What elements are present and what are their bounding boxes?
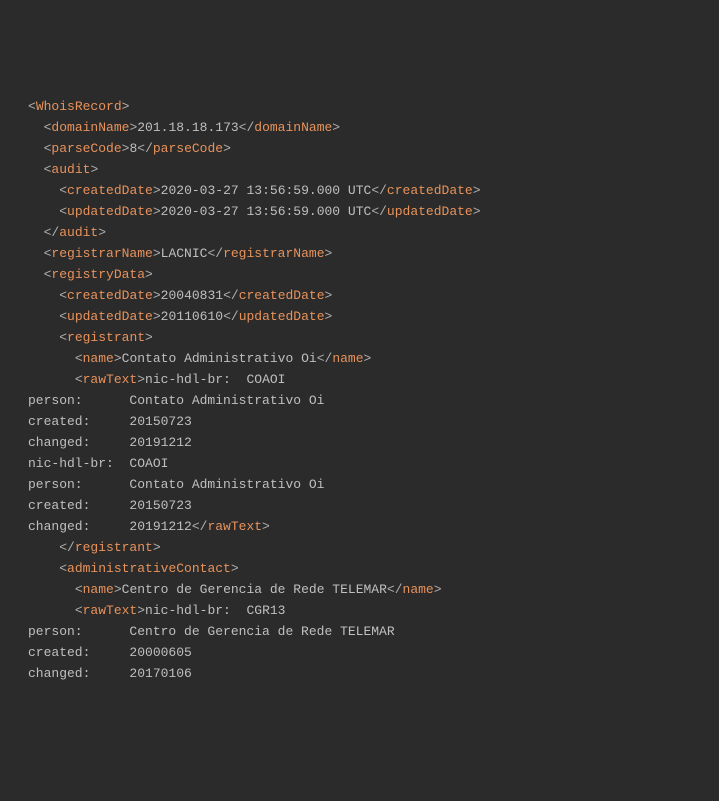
rawtext-line: changed: 20191212 bbox=[28, 435, 192, 450]
rawtext-line: person: Contato Administrativo Oi bbox=[28, 393, 324, 408]
tag-parsecode: parseCode bbox=[51, 141, 121, 156]
tag-createddate: createdDate bbox=[67, 183, 153, 198]
value-audit-updated: 2020-03-27 13:56:59.000 UTC bbox=[161, 204, 372, 219]
tag-registrydata: registryData bbox=[51, 267, 145, 282]
value-reg-updated: 20110610 bbox=[161, 309, 223, 324]
rawtext-line: nic-hdl-br: COAOI bbox=[145, 372, 285, 387]
tag-domainname: domainName bbox=[51, 120, 129, 135]
tag-rawtext: rawText bbox=[83, 372, 138, 387]
value-admin-name: Centro de Gerencia de Rede TELEMAR bbox=[122, 582, 387, 597]
value-audit-created: 2020-03-27 13:56:59.000 UTC bbox=[161, 183, 372, 198]
rawtext-line: person: Centro de Gerencia de Rede TELEM… bbox=[28, 624, 395, 639]
rawtext-line: nic-hdl-br: CGR13 bbox=[145, 603, 285, 618]
tag-audit: audit bbox=[51, 162, 90, 177]
tag-admincontact: administrativeContact bbox=[67, 561, 231, 576]
tag-name: name bbox=[83, 351, 114, 366]
tag-registrarname: registrarName bbox=[51, 246, 152, 261]
value-registrant-name: Contato Administrativo Oi bbox=[122, 351, 317, 366]
rawtext-line: changed: 20170106 bbox=[28, 666, 192, 681]
rawtext-line: changed: 20191212 bbox=[28, 519, 192, 534]
value-reg-created: 20040831 bbox=[161, 288, 223, 303]
value-domainname: 201.18.18.173 bbox=[137, 120, 238, 135]
rawtext-line: nic-hdl-br: COAOI bbox=[28, 456, 168, 471]
tag-registrant: registrant bbox=[67, 330, 145, 345]
rawtext-line: created: 20150723 bbox=[28, 498, 192, 513]
rawtext-line: person: Contato Administrativo Oi bbox=[28, 477, 324, 492]
tag-whoisrecord: WhoisRecord bbox=[36, 99, 122, 114]
rawtext-line: created: 20150723 bbox=[28, 414, 192, 429]
tag-updateddate: updatedDate bbox=[67, 204, 153, 219]
rawtext-line: created: 20000605 bbox=[28, 645, 192, 660]
value-registrarname: LACNIC bbox=[161, 246, 208, 261]
code-viewer: <WhoisRecord> <domainName>201.18.18.173<… bbox=[28, 96, 719, 684]
